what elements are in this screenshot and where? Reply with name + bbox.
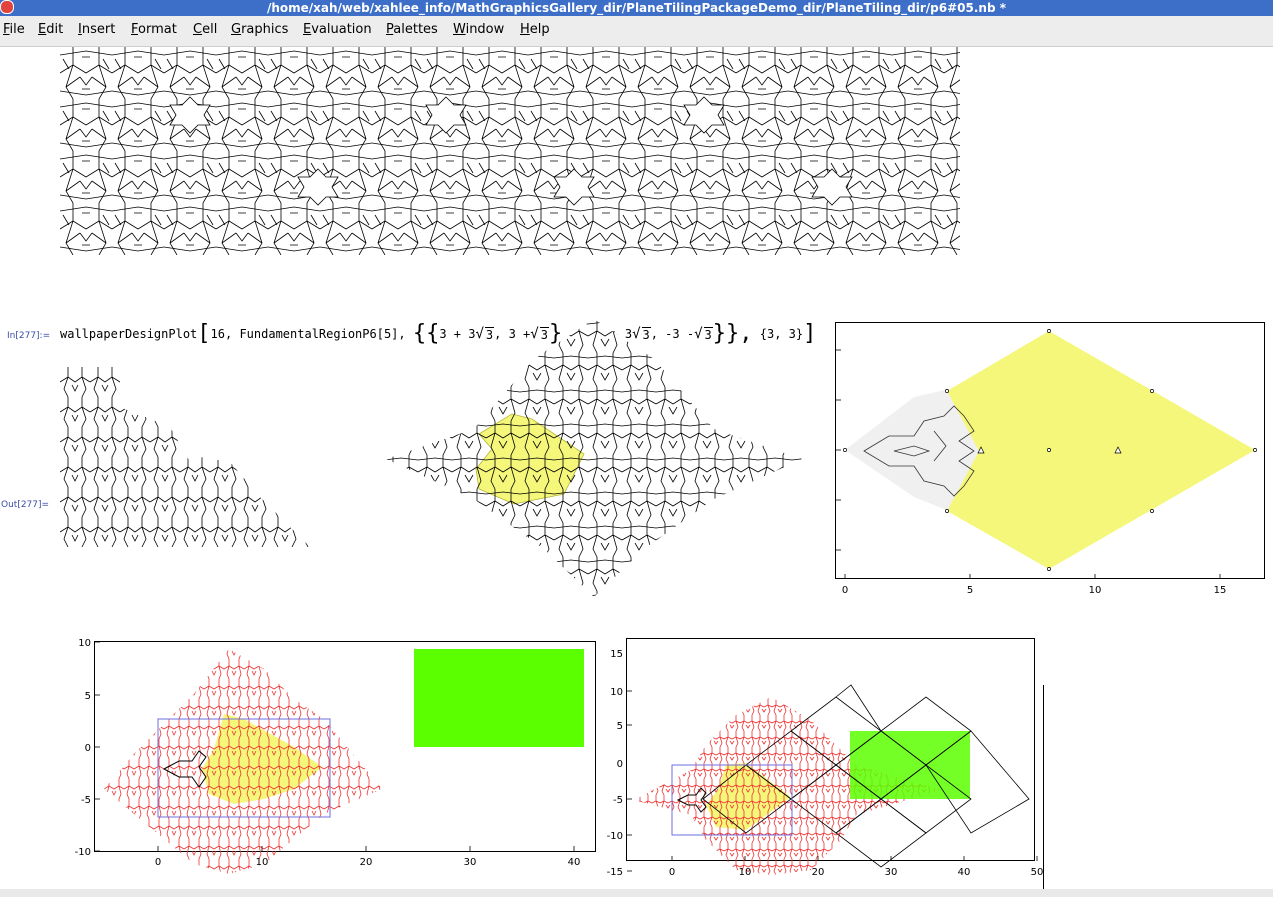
x-tick-label: 5 <box>967 585 973 596</box>
menu-format[interactable]: Format <box>131 22 177 37</box>
menu-graphics[interactable]: Graphics <box>231 22 288 37</box>
y-tick-label: 10 <box>610 687 623 698</box>
x-tick-label: 10 <box>1089 585 1102 596</box>
x-tick-label: 10 <box>256 857 269 868</box>
app-icon <box>0 0 14 14</box>
x-tick-label: 30 <box>885 867 898 878</box>
menu-bar: File Edit Insert Format Cell Graphics Ev… <box>0 16 1273 47</box>
x-tick-label: 50 <box>1031 867 1044 878</box>
x-tick-label: 40 <box>568 857 581 868</box>
green-rect <box>414 649 584 747</box>
y-tick-label: -10 <box>607 831 623 842</box>
menu-edit[interactable]: Edit <box>38 22 63 37</box>
menu-help[interactable]: Help <box>520 22 550 37</box>
arg-region: FundamentalRegionP6[5], <box>239 327 406 341</box>
menu-cell[interactable]: Cell <box>193 22 217 37</box>
x-tick-label: 40 <box>958 867 971 878</box>
y-tick-label: 0 <box>617 759 623 770</box>
x-tick-label: 30 <box>464 857 477 868</box>
x-tick-label: 0 <box>669 867 675 878</box>
menu-window[interactable]: Window <box>453 22 504 37</box>
tiling-plot-a[interactable]: 0 10 20 30 40 10 5 0 -5 -10 <box>64 639 604 879</box>
x-tick-label: 20 <box>812 867 825 878</box>
notebook-area[interactable]: In[277]:= wallpaperDesignPlot[16, Fundam… <box>0 47 1273 889</box>
menu-palettes[interactable]: Palettes <box>386 22 438 37</box>
x-tick-label: 10 <box>739 867 752 878</box>
menu-file[interactable]: File <box>3 22 25 37</box>
menu-evaluation[interactable]: Evaluation <box>303 22 372 37</box>
function-name: wallpaperDesignPlot <box>60 327 198 341</box>
y-tick-label: 5 <box>85 691 91 702</box>
menu-insert[interactable]: Insert <box>78 22 115 37</box>
title-bar: /home/xah/web/xahlee_info/MathGraphicsGa… <box>0 0 1273 16</box>
y-tick-label: 5 <box>617 721 623 732</box>
y-tick-label: 0 <box>85 743 91 754</box>
output-graphic-fragment[interactable] <box>60 367 320 552</box>
fundamental-region-plot[interactable]: 0 5 10 15 4 20-2-4 <box>834 321 1266 601</box>
y-tick-label: 10 <box>78 639 91 649</box>
output-label: Out[277]= <box>1 500 50 510</box>
x-tick-label: 15 <box>1214 585 1227 596</box>
window-title: /home/xah/web/xahlee_info/MathGraphicsGa… <box>266 1 1007 15</box>
cell-bracket[interactable] <box>1043 685 1044 889</box>
output-graphic-diamond[interactable] <box>384 319 804 599</box>
y-tick-label: -5 <box>613 795 623 806</box>
y-tick-label: -10 <box>75 847 91 858</box>
bracket-close: ] <box>803 321 817 346</box>
y-tick-label: 15 <box>610 649 623 660</box>
x-tick-label: 20 <box>360 857 373 868</box>
x-tick-label: 0 <box>842 585 848 596</box>
input-label: In[277]:= <box>7 331 51 341</box>
tiling-pattern-strip <box>60 47 960 255</box>
y-tick-label: -15 <box>607 867 623 878</box>
y-tick-label: -5 <box>81 795 91 806</box>
status-bar <box>0 889 1273 897</box>
arg-n: 16, <box>210 327 233 341</box>
tiling-plot-b[interactable]: 0 10 20 30 40 50 10 5 0 -5 -10 -15 15 <box>596 635 1044 883</box>
bracket-open: [ <box>197 321 211 346</box>
x-tick-label: 0 <box>155 857 161 868</box>
